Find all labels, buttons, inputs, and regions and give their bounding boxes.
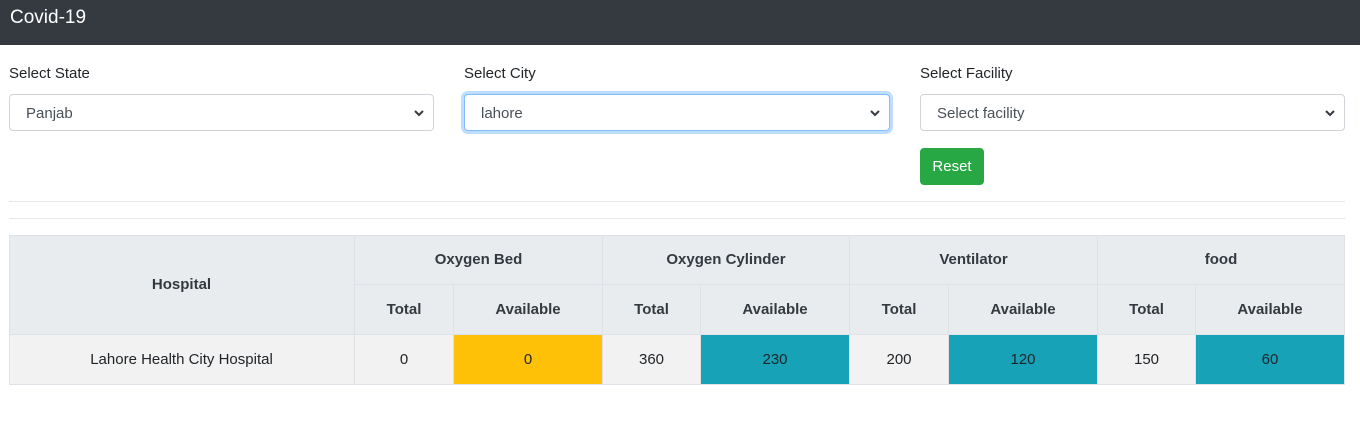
navbar: Covid-19 <box>0 0 1360 45</box>
sub-header-available: Available <box>1196 285 1345 335</box>
food-total-cell: 150 <box>1098 335 1196 385</box>
oxygen-cylinder-available-cell: 230 <box>701 335 850 385</box>
city-label: Select City <box>464 65 536 82</box>
hospital-name-cell: Lahore Health City Hospital <box>9 335 355 385</box>
city-select-value: lahore <box>481 105 523 122</box>
food-available-cell: 60 <box>1196 335 1345 385</box>
sub-header-total: Total <box>850 285 949 335</box>
sub-header-total: Total <box>603 285 701 335</box>
chevron-down-icon <box>1325 110 1335 117</box>
reset-button[interactable]: Reset <box>920 148 984 185</box>
sub-header-available: Available <box>454 285 603 335</box>
oxygen-cylinder-total-cell: 360 <box>603 335 701 385</box>
divider <box>9 201 1345 202</box>
sub-header-total: Total <box>355 285 454 335</box>
facility-label: Select Facility <box>920 65 1013 82</box>
ventilator-available-cell: 120 <box>949 335 1098 385</box>
city-select[interactable]: lahore <box>464 94 890 131</box>
group-header-oxygen-bed: Oxygen Bed <box>355 235 603 285</box>
sub-header-available: Available <box>701 285 850 335</box>
ventilator-total-cell: 200 <box>850 335 949 385</box>
hospital-header: Hospital <box>9 235 355 335</box>
group-header-food: food <box>1098 235 1345 285</box>
facility-select[interactable]: Select facility <box>920 94 1345 131</box>
chevron-down-icon <box>870 110 880 117</box>
state-select-value: Panjab <box>26 105 73 122</box>
chevron-down-icon <box>414 110 424 117</box>
sub-header-available: Available <box>949 285 1098 335</box>
state-select[interactable]: Panjab <box>9 94 434 131</box>
state-label: Select State <box>9 65 90 82</box>
oxygen-bed-total-cell: 0 <box>355 335 454 385</box>
navbar-brand[interactable]: Covid-19 <box>10 7 86 29</box>
divider <box>9 218 1345 219</box>
sub-header-total: Total <box>1098 285 1196 335</box>
facility-select-value: Select facility <box>937 105 1025 122</box>
oxygen-bed-available-cell: 0 <box>454 335 603 385</box>
group-header-oxygen-cylinder: Oxygen Cylinder <box>603 235 850 285</box>
group-header-ventilator: Ventilator <box>850 235 1098 285</box>
